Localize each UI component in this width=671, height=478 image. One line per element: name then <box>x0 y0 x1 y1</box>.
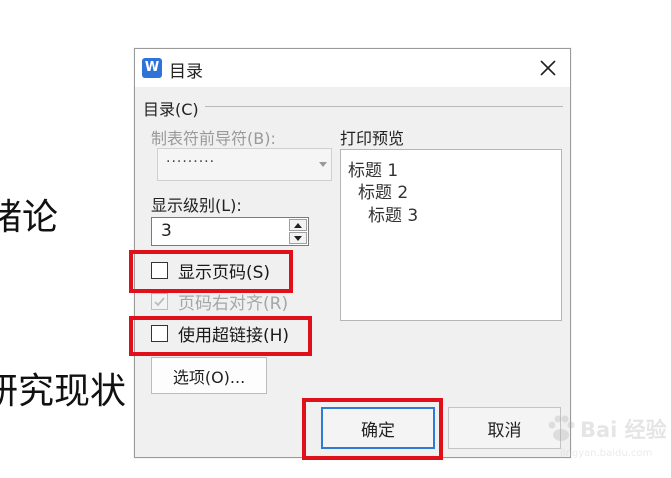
options-button[interactable]: 选项(O)... <box>151 357 267 394</box>
watermark-url: jingyan.baidu.com <box>560 448 653 459</box>
level-spinner[interactable]: 3 <box>151 217 309 246</box>
toc-dialog: W 目录 目录(C) 制表符前导符(B): ········· 显示级别(L):… <box>134 48 571 458</box>
right-align-checkbox: 页码右对齐(R) <box>151 289 288 314</box>
group-divider <box>205 106 563 107</box>
toc-group-label: 目录(C) <box>143 100 199 119</box>
preview-heading-2: 标题 2 <box>358 183 409 203</box>
checkbox-box[interactable] <box>151 325 168 342</box>
checkbox-box-disabled <box>151 293 168 310</box>
ok-button[interactable]: 确定 <box>321 407 435 449</box>
background-heading-1: 绪论 <box>0 197 59 238</box>
baidu-paw-icon <box>548 415 575 441</box>
dialog-titlebar: W 目录 <box>135 49 570 87</box>
arrow-up-icon <box>294 223 302 228</box>
close-icon <box>540 60 556 76</box>
level-value: 3 <box>161 221 172 241</box>
spin-up-button[interactable] <box>289 219 307 231</box>
level-label: 显示级别(L): <box>151 196 242 215</box>
leader-select[interactable]: ········· <box>157 148 332 181</box>
spin-down-button[interactable] <box>289 232 307 244</box>
show-page-numbers-label: 显示页码(S) <box>178 263 271 283</box>
check-icon <box>154 297 165 307</box>
dialog-title: 目录 <box>169 62 203 82</box>
wps-writer-icon: W <box>142 58 162 78</box>
leader-label: 制表符前导符(B): <box>151 129 276 148</box>
hyperlink-label: 使用超链接(H) <box>178 326 290 346</box>
leader-value: ········· <box>166 154 216 170</box>
arrow-down-icon <box>294 236 302 241</box>
watermark-text: Bai 经验 <box>580 418 667 442</box>
hyperlink-checkbox[interactable]: 使用超链接(H) <box>151 321 289 346</box>
right-align-label: 页码右对齐(R) <box>178 294 289 314</box>
baidu-watermark: Bai 经验 jingyan.baidu.com <box>540 398 667 468</box>
chevron-down-icon <box>315 149 331 180</box>
show-page-numbers-checkbox[interactable]: 显示页码(S) <box>151 258 270 283</box>
preview-label: 打印预览 <box>340 129 405 148</box>
print-preview: 标题 1 标题 2 标题 3 <box>340 149 562 321</box>
background-heading-2: 研究现状 <box>0 371 127 412</box>
close-button[interactable] <box>532 53 564 83</box>
preview-heading-3: 标题 3 <box>368 206 419 226</box>
checkbox-box[interactable] <box>151 262 168 279</box>
